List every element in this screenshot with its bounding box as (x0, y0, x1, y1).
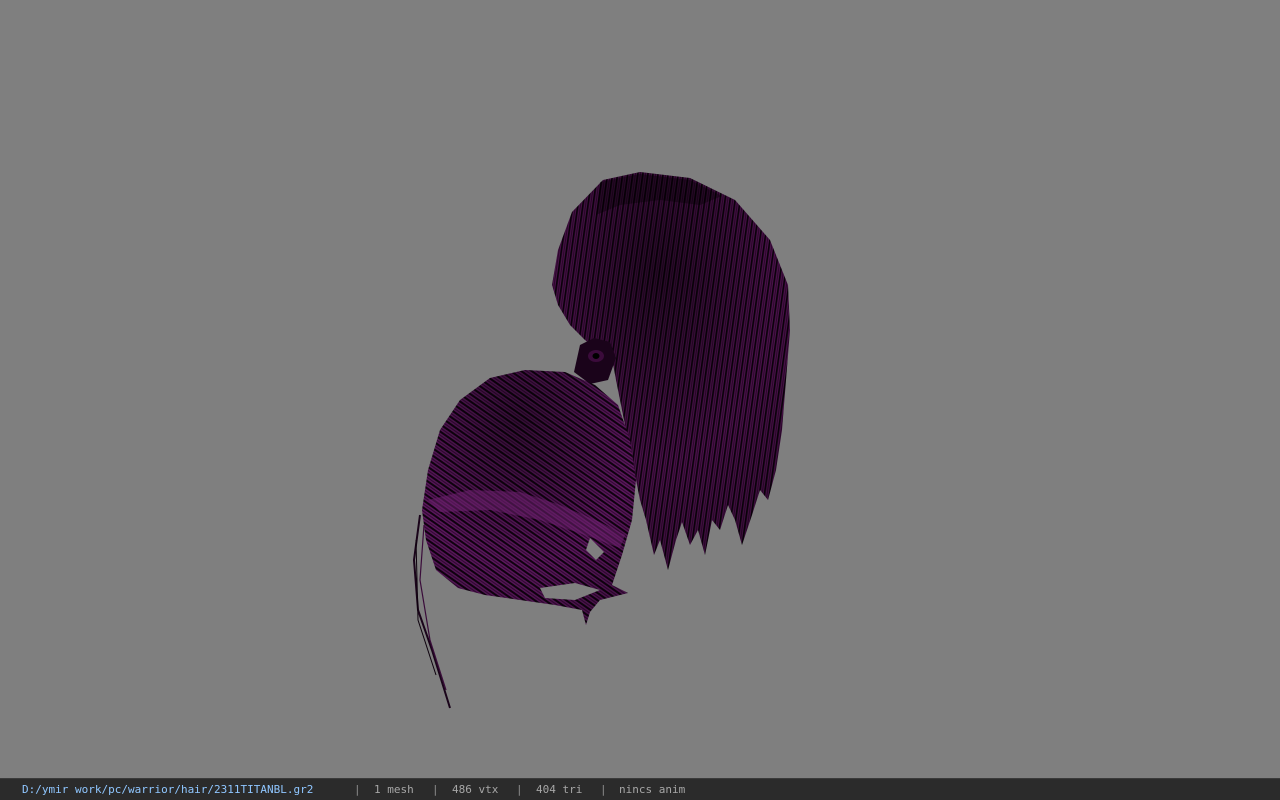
separator: | (600, 783, 607, 796)
hair-lower-bun (422, 370, 636, 625)
triangle-count: 404 tri (536, 783, 583, 796)
mesh-count: 1 mesh (374, 783, 414, 796)
status-bar: D:/ymir work/pc/warrior/hair/2311TITANBL… (0, 778, 1280, 800)
separator: | (516, 783, 523, 796)
hair-tie (574, 338, 616, 384)
hair-model (412, 172, 790, 709)
vertex-count: 486 vtx (452, 783, 499, 796)
file-path: D:/ymir work/pc/warrior/hair/2311TITANBL… (22, 783, 314, 796)
separator: | (432, 783, 439, 796)
3d-viewport[interactable] (0, 0, 1280, 778)
animation-status: nincs anim (619, 783, 686, 796)
separator: | (354, 783, 361, 796)
